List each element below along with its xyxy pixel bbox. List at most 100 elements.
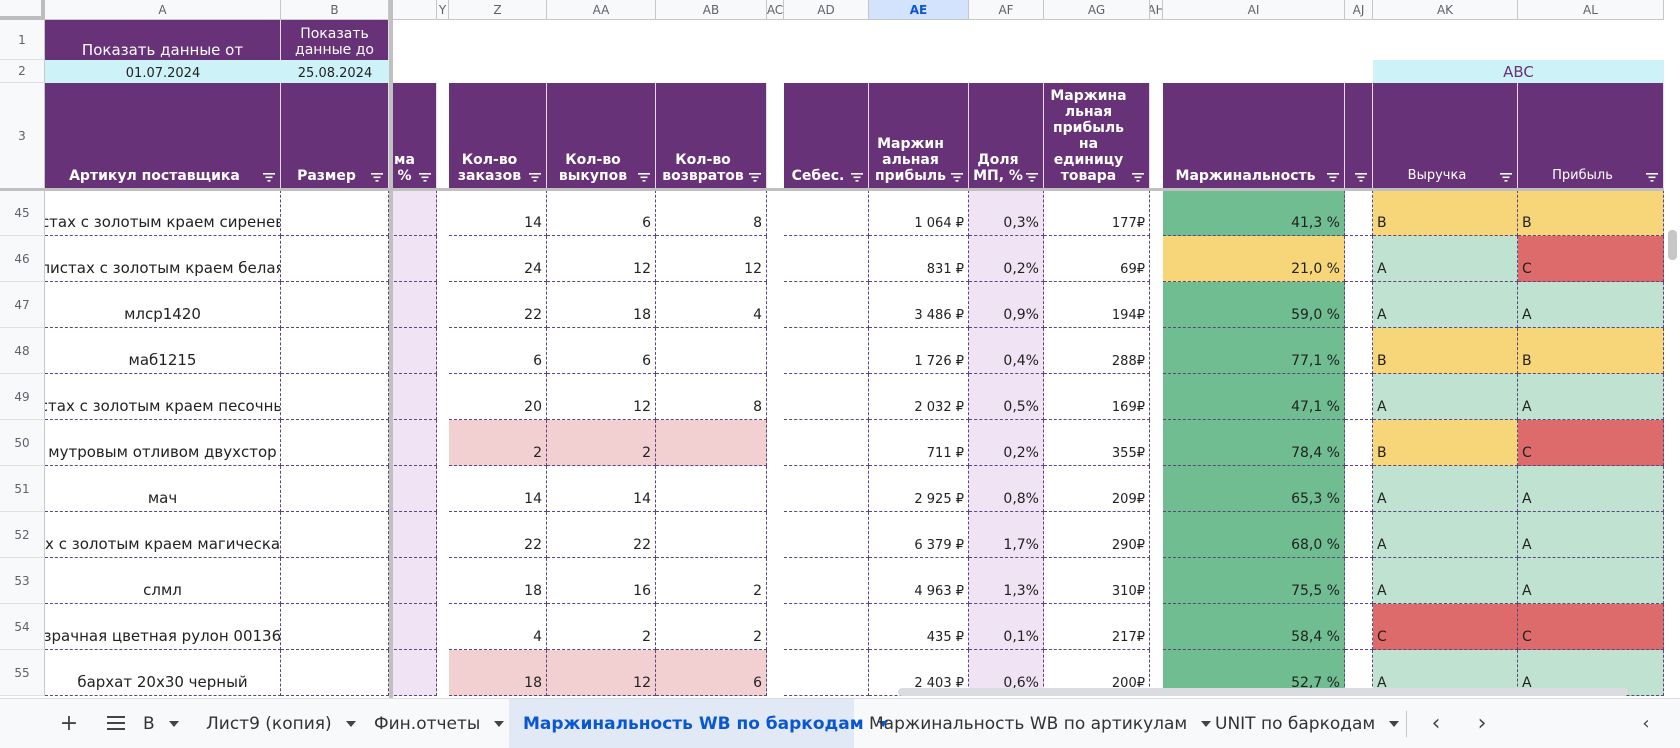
filter-icon[interactable] <box>851 173 863 182</box>
column-header[interactable]: Z <box>449 0 547 20</box>
partial-cell[interactable] <box>389 512 437 558</box>
size-cell[interactable] <box>281 190 389 236</box>
article-cell[interactable]: озрачная цветная рулон 001363 <box>45 604 281 650</box>
article-cell[interactable]: мач <box>45 466 281 512</box>
size-cell[interactable] <box>281 650 389 696</box>
returns-cell[interactable]: 8 <box>656 374 767 420</box>
article-cell[interactable]: слмл <box>45 558 281 604</box>
filter-icon[interactable] <box>1132 173 1144 182</box>
buyouts-cell[interactable]: 22 <box>547 512 656 558</box>
filter-icon[interactable] <box>1646 173 1658 182</box>
marginality-cell[interactable]: 58,4 % <box>1163 604 1345 650</box>
row-header[interactable]: 1 <box>0 20 45 60</box>
sheet-tab-margin-articles[interactable]: Маржинальность WB по артикулам <box>869 699 1212 748</box>
filter-icon[interactable] <box>951 173 963 182</box>
revenue-abc-cell[interactable]: B <box>1373 190 1518 236</box>
orders-cell[interactable]: 6 <box>449 328 547 374</box>
size-cell[interactable] <box>281 374 389 420</box>
article-cell[interactable]: маб1215 <box>45 328 281 374</box>
article-cell[interactable]: бархат 20х30 черный <box>45 650 281 696</box>
orders-cell[interactable]: 22 <box>449 512 547 558</box>
margin-profit-cell[interactable]: 711 ₽ <box>869 420 969 466</box>
revenue-abc-cell[interactable]: A <box>1373 374 1518 420</box>
article-cell[interactable]: листах с золотым краем белая <box>45 236 281 282</box>
column-header[interactable]: AB <box>656 0 767 20</box>
orders-cell[interactable]: 20 <box>449 374 547 420</box>
column-header[interactable]: AD <box>784 0 869 20</box>
cost-cell[interactable] <box>784 236 869 282</box>
returns-cell[interactable] <box>656 420 767 466</box>
empty-cell[interactable] <box>1345 420 1373 466</box>
filter-icon[interactable] <box>371 173 383 182</box>
partial-cell[interactable] <box>389 190 437 236</box>
select-all-corner[interactable] <box>0 0 45 20</box>
mp-share-cell[interactable]: 0,5% <box>969 374 1044 420</box>
row-header[interactable]: 2 <box>0 60 45 83</box>
revenue-abc-cell[interactable]: A <box>1373 236 1518 282</box>
margin-profit-cell[interactable]: 1 726 ₽ <box>869 328 969 374</box>
profit-abc-cell[interactable]: A <box>1518 466 1664 512</box>
article-cell[interactable]: ах с золотым краем магическая <box>45 512 281 558</box>
column-header[interactable]: AK <box>1373 0 1518 20</box>
size-cell[interactable] <box>281 328 389 374</box>
sheet-tab-list9-copy[interactable]: Лист9 (копия) <box>206 699 356 748</box>
column-header[interactable] <box>389 0 437 20</box>
buyouts-cell[interactable]: 12 <box>547 650 656 696</box>
filter-icon[interactable] <box>749 173 761 182</box>
margin-profit-cell[interactable]: 6 379 ₽ <box>869 512 969 558</box>
returns-cell[interactable]: 6 <box>656 650 767 696</box>
margin-profit-cell[interactable]: 4 963 ₽ <box>869 558 969 604</box>
column-header[interactable]: AG <box>1044 0 1150 20</box>
margin-profit-cell[interactable]: 831 ₽ <box>869 236 969 282</box>
buyouts-cell[interactable]: 6 <box>547 328 656 374</box>
profit-abc-cell[interactable]: A <box>1518 374 1664 420</box>
cost-cell[interactable] <box>784 328 869 374</box>
margin-per-unit-cell[interactable]: 217₽ <box>1044 604 1150 650</box>
orders-cell[interactable]: 18 <box>449 558 547 604</box>
column-header[interactable]: B <box>281 0 389 20</box>
article-cell[interactable]: млср1420 <box>45 282 281 328</box>
mp-share-cell[interactable]: 0,2% <box>969 420 1044 466</box>
margin-per-unit-cell[interactable]: 355₽ <box>1044 420 1150 466</box>
profit-abc-cell[interactable]: C <box>1518 420 1664 466</box>
profit-abc-cell[interactable]: C <box>1518 236 1664 282</box>
profit-abc-cell[interactable]: A <box>1518 512 1664 558</box>
partial-cell[interactable] <box>389 604 437 650</box>
article-cell[interactable]: стах с золотым краем песочны <box>45 374 281 420</box>
returns-cell[interactable] <box>656 466 767 512</box>
profit-abc-cell[interactable]: B <box>1518 190 1664 236</box>
column-header[interactable]: AF <box>969 0 1044 20</box>
partial-cell[interactable] <box>389 558 437 604</box>
article-cell[interactable]: мутровым отливом двухстор <box>45 420 281 466</box>
orders-cell[interactable]: 24 <box>449 236 547 282</box>
partial-cell[interactable] <box>389 236 437 282</box>
orders-cell[interactable]: 22 <box>449 282 547 328</box>
margin-per-unit-cell[interactable]: 194₽ <box>1044 282 1150 328</box>
empty-cell[interactable] <box>1345 282 1373 328</box>
freeze-row-divider[interactable] <box>0 188 1664 191</box>
mp-share-cell[interactable]: 0,4% <box>969 328 1044 374</box>
filter-icon[interactable] <box>1355 173 1367 182</box>
filter-icon[interactable] <box>529 173 541 182</box>
profit-abc-cell[interactable]: C <box>1518 604 1664 650</box>
revenue-abc-cell[interactable]: B <box>1373 420 1518 466</box>
returns-cell[interactable]: 2 <box>656 558 767 604</box>
buyouts-cell[interactable]: 2 <box>547 420 656 466</box>
returns-cell[interactable]: 8 <box>656 190 767 236</box>
revenue-abc-cell[interactable]: A <box>1373 558 1518 604</box>
cost-cell[interactable] <box>784 650 869 696</box>
marginality-cell[interactable]: 59,0 % <box>1163 282 1345 328</box>
margin-profit-cell[interactable]: 2 032 ₽ <box>869 374 969 420</box>
mp-share-cell[interactable]: 0,9% <box>969 282 1044 328</box>
size-cell[interactable] <box>281 282 389 328</box>
margin-profit-cell[interactable]: 2 925 ₽ <box>869 466 969 512</box>
marginality-cell[interactable]: 21,0 % <box>1163 236 1345 282</box>
scroll-tabs-right-button[interactable]: › <box>1466 707 1498 739</box>
revenue-abc-cell[interactable]: A <box>1373 466 1518 512</box>
marginality-cell[interactable]: 77,1 % <box>1163 328 1345 374</box>
margin-profit-cell[interactable]: 435 ₽ <box>869 604 969 650</box>
sheet-tab-fin-reports[interactable]: Фин.отчеты <box>374 699 505 748</box>
date-from-input[interactable]: 01.07.2024 <box>45 60 281 83</box>
mp-share-cell[interactable]: 0,8% <box>969 466 1044 512</box>
cost-cell[interactable] <box>784 558 869 604</box>
